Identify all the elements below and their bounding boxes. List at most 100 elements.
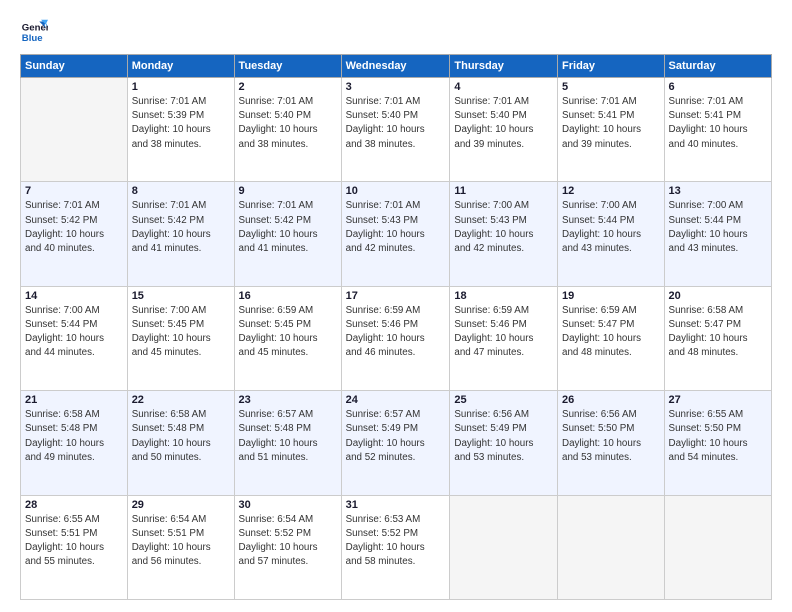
calendar-cell: 14 Sunrise: 7:00 AM Sunset: 5:44 PM Dayli… [21,286,128,390]
calendar-header-monday: Monday [127,55,234,78]
calendar-cell: 11 Sunrise: 7:00 AM Sunset: 5:43 PM Dayli… [450,182,558,286]
svg-text:Blue: Blue [22,33,43,44]
calendar-week-1: 1Sunrise: 7:01 AM Sunset: 5:39 PM Daylig… [21,78,772,182]
day-detail: Sunrise: 7:01 AM Sunset: 5:40 PM Dayligh… [454,95,553,152]
calendar-cell [664,495,771,599]
calendar-cell: 18 Sunrise: 6:59 AM Sunset: 5:46 PM Dayli… [450,286,558,390]
calendar-cell: 8 Sunrise: 7:01 AM Sunset: 5:42 PM Daylig… [127,182,234,286]
calendar-week-4: 21Sunrise: 6:58 AM Sunset: 5:48 PM Dayli… [21,391,772,495]
calendar-cell: 7 Sunrise: 7:01 AM Sunset: 5:42 PM Daylig… [21,182,128,286]
calendar-cell: 29Sunrise: 6:54 AM Sunset: 5:51 PM Dayli… [127,495,234,599]
day-number: 20 [669,290,767,302]
day-detail: Sunrise: 6:55 AM Sunset: 5:51 PM Dayligh… [25,513,123,570]
day-detail: Sunrise: 6:57 AM Sunset: 5:49 PM Dayligh… [346,408,446,465]
calendar-cell: 19 Sunrise: 6:59 AM Sunset: 5:47 PM Dayli… [558,286,665,390]
day-detail: Sunrise: 6:58 AM Sunset: 5:48 PM Dayligh… [25,408,123,465]
logo-icon: General Blue [20,18,48,46]
day-detail: Sunrise: 7:01 AM Sunset: 5:42 PM Dayligh… [25,199,123,256]
day-number: 30 [239,499,337,511]
calendar-cell: 3 Sunrise: 7:01 AM Sunset: 5:40 PM Daylig… [341,78,450,182]
day-number: 24 [346,394,446,406]
day-number: 17 [346,290,446,302]
day-detail: Sunrise: 6:53 AM Sunset: 5:52 PM Dayligh… [346,513,446,570]
day-number: 29 [132,499,230,511]
calendar-cell [450,495,558,599]
calendar-cell: 21Sunrise: 6:58 AM Sunset: 5:48 PM Dayli… [21,391,128,495]
calendar-header-thursday: Thursday [450,55,558,78]
calendar-cell: 24 Sunrise: 6:57 AM Sunset: 5:49 PM Dayli… [341,391,450,495]
calendar-cell: 22Sunrise: 6:58 AM Sunset: 5:48 PM Dayli… [127,391,234,495]
day-number: 31 [346,499,446,511]
day-detail: Sunrise: 6:56 AM Sunset: 5:49 PM Dayligh… [454,408,553,465]
day-number: 10 [346,185,446,197]
day-detail: Sunrise: 7:00 AM Sunset: 5:44 PM Dayligh… [562,199,660,256]
calendar-header-saturday: Saturday [664,55,771,78]
day-detail: Sunrise: 7:00 AM Sunset: 5:43 PM Dayligh… [454,199,553,256]
day-detail: Sunrise: 6:55 AM Sunset: 5:50 PM Dayligh… [669,408,767,465]
day-number: 19 [562,290,660,302]
day-detail: Sunrise: 6:58 AM Sunset: 5:47 PM Dayligh… [669,304,767,361]
calendar-cell: 30Sunrise: 6:54 AM Sunset: 5:52 PM Dayli… [234,495,341,599]
calendar-cell: 25 Sunrise: 6:56 AM Sunset: 5:49 PM Dayli… [450,391,558,495]
calendar-week-5: 28 Sunrise: 6:55 AM Sunset: 5:51 PM Dayli… [21,495,772,599]
calendar-week-2: 7 Sunrise: 7:01 AM Sunset: 5:42 PM Daylig… [21,182,772,286]
calendar-week-3: 14 Sunrise: 7:00 AM Sunset: 5:44 PM Dayli… [21,286,772,390]
calendar-cell: 16Sunrise: 6:59 AM Sunset: 5:45 PM Dayli… [234,286,341,390]
calendar-cell: 20 Sunrise: 6:58 AM Sunset: 5:47 PM Dayli… [664,286,771,390]
day-number: 27 [669,394,767,406]
calendar-cell: 2Sunrise: 7:01 AM Sunset: 5:40 PM Daylig… [234,78,341,182]
day-detail: Sunrise: 7:00 AM Sunset: 5:44 PM Dayligh… [25,304,123,361]
calendar-cell: 15Sunrise: 7:00 AM Sunset: 5:45 PM Dayli… [127,286,234,390]
day-number: 7 [25,185,123,197]
calendar-header-wednesday: Wednesday [341,55,450,78]
calendar-cell: 31 Sunrise: 6:53 AM Sunset: 5:52 PM Dayli… [341,495,450,599]
calendar-cell: 12 Sunrise: 7:00 AM Sunset: 5:44 PM Dayli… [558,182,665,286]
day-detail: Sunrise: 6:59 AM Sunset: 5:47 PM Dayligh… [562,304,660,361]
day-detail: Sunrise: 7:01 AM Sunset: 5:42 PM Dayligh… [132,199,230,256]
calendar-header-friday: Friday [558,55,665,78]
day-number: 28 [25,499,123,511]
header: General Blue [20,18,772,46]
calendar-cell: 17 Sunrise: 6:59 AM Sunset: 5:46 PM Dayli… [341,286,450,390]
day-number: 5 [562,81,660,93]
calendar-cell: 4 Sunrise: 7:01 AM Sunset: 5:40 PM Daylig… [450,78,558,182]
day-detail: Sunrise: 7:01 AM Sunset: 5:43 PM Dayligh… [346,199,446,256]
day-number: 4 [454,81,553,93]
calendar-header-row: SundayMondayTuesdayWednesdayThursdayFrid… [21,55,772,78]
calendar-header-sunday: Sunday [21,55,128,78]
day-detail: Sunrise: 7:01 AM Sunset: 5:41 PM Dayligh… [562,95,660,152]
day-number: 26 [562,394,660,406]
day-detail: Sunrise: 6:59 AM Sunset: 5:45 PM Dayligh… [239,304,337,361]
day-number: 11 [454,185,553,197]
day-detail: Sunrise: 6:59 AM Sunset: 5:46 PM Dayligh… [454,304,553,361]
day-number: 22 [132,394,230,406]
calendar-cell: 9 Sunrise: 7:01 AM Sunset: 5:42 PM Daylig… [234,182,341,286]
day-detail: Sunrise: 7:01 AM Sunset: 5:40 PM Dayligh… [346,95,446,152]
calendar-cell: 28 Sunrise: 6:55 AM Sunset: 5:51 PM Dayli… [21,495,128,599]
day-number: 15 [132,290,230,302]
calendar-cell: 13Sunrise: 7:00 AM Sunset: 5:44 PM Dayli… [664,182,771,286]
day-number: 3 [346,81,446,93]
calendar-cell: 1Sunrise: 7:01 AM Sunset: 5:39 PM Daylig… [127,78,234,182]
day-detail: Sunrise: 6:56 AM Sunset: 5:50 PM Dayligh… [562,408,660,465]
calendar-cell: 27 Sunrise: 6:55 AM Sunset: 5:50 PM Dayli… [664,391,771,495]
day-detail: Sunrise: 6:57 AM Sunset: 5:48 PM Dayligh… [239,408,337,465]
day-detail: Sunrise: 7:01 AM Sunset: 5:39 PM Dayligh… [132,95,230,152]
day-detail: Sunrise: 7:01 AM Sunset: 5:40 PM Dayligh… [239,95,337,152]
day-detail: Sunrise: 7:01 AM Sunset: 5:41 PM Dayligh… [669,95,767,152]
day-number: 18 [454,290,553,302]
calendar-cell: 23Sunrise: 6:57 AM Sunset: 5:48 PM Dayli… [234,391,341,495]
calendar-cell [558,495,665,599]
day-number: 12 [562,185,660,197]
day-number: 25 [454,394,553,406]
calendar-table: SundayMondayTuesdayWednesdayThursdayFrid… [20,54,772,600]
day-number: 8 [132,185,230,197]
day-detail: Sunrise: 6:59 AM Sunset: 5:46 PM Dayligh… [346,304,446,361]
day-number: 14 [25,290,123,302]
day-number: 9 [239,185,337,197]
calendar-header-tuesday: Tuesday [234,55,341,78]
calendar-cell: 6Sunrise: 7:01 AM Sunset: 5:41 PM Daylig… [664,78,771,182]
day-detail: Sunrise: 7:01 AM Sunset: 5:42 PM Dayligh… [239,199,337,256]
calendar-cell: 26 Sunrise: 6:56 AM Sunset: 5:50 PM Dayli… [558,391,665,495]
calendar-cell [21,78,128,182]
